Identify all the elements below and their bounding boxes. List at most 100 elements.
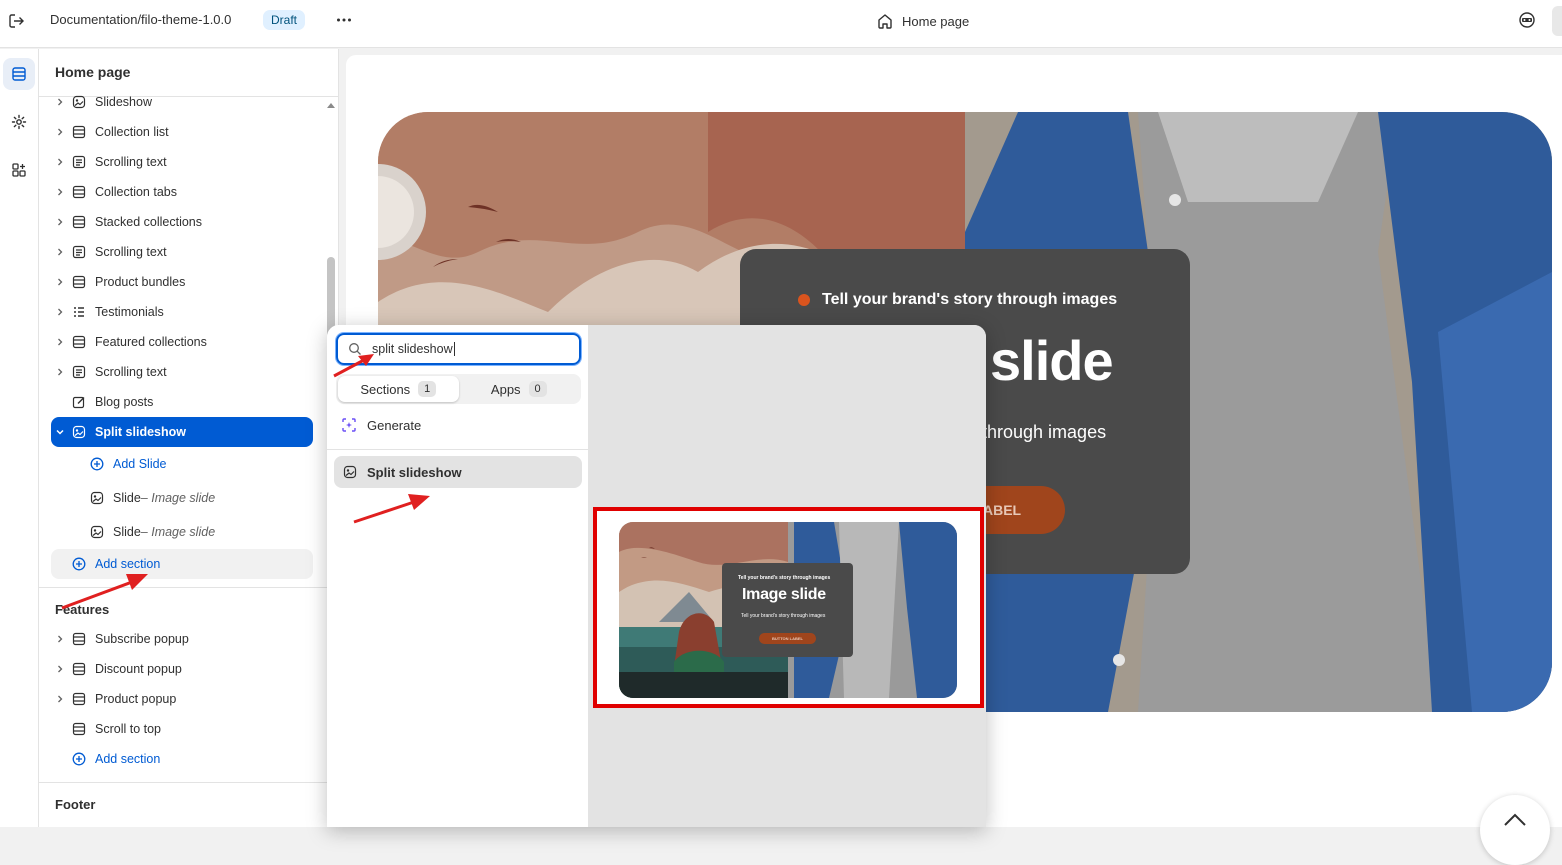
popover-list-pane: split slideshow Sections 1 Apps 0 Genera… [327, 325, 588, 827]
sidebar-item-subscribe-popup[interactable]: Subscribe popup [51, 624, 313, 654]
sidebar-item-label: Featured collections [95, 335, 207, 349]
slideshow-icon [71, 424, 87, 440]
edge-toggle-button[interactable] [1552, 6, 1562, 36]
sparkle-icon [341, 417, 357, 433]
sidebar-item-product-bundles[interactable]: Product bundles [51, 267, 313, 297]
chevron-right-icon[interactable] [51, 630, 69, 648]
text-icon [71, 364, 87, 380]
slideshow-icon [343, 465, 357, 479]
image-slide-icon [89, 524, 105, 540]
page-selector[interactable]: Home page [876, 9, 969, 33]
chevron-right-icon[interactable] [51, 303, 69, 321]
add-slide-button[interactable]: Add Slide [87, 449, 313, 479]
sidebar-item-label: Scrolling text [95, 365, 167, 379]
chevron-down-icon[interactable] [51, 423, 69, 441]
theme-name: Documentation/filo-theme-1.0.0 [50, 12, 232, 27]
sidebar-item-label: Product popup [95, 692, 177, 706]
popover-divider [327, 449, 588, 450]
section-icon [71, 691, 87, 707]
chevron-right-icon[interactable] [51, 660, 69, 678]
image-slide-icon [89, 490, 105, 506]
chevron-right-icon[interactable] [51, 153, 69, 171]
sidebar-item-testimonials[interactable]: Testimonials [51, 297, 313, 327]
chevron-right-icon[interactable] [51, 243, 69, 261]
apps-rail-button[interactable] [3, 154, 35, 186]
exit-icon[interactable] [6, 11, 26, 31]
chevron-right-icon[interactable] [51, 273, 69, 291]
sidebar-divider [39, 782, 338, 783]
sidebar-item-slideshow[interactable]: Slideshow [51, 87, 313, 117]
sidebar-item-collection-tabs[interactable]: Collection tabs [51, 177, 313, 207]
sidebar-item-label: Scrolling text [95, 245, 167, 259]
sidebar-item-label: Product bundles [95, 275, 186, 289]
sidebar-title: Home page [55, 64, 131, 80]
add-section-label: Add section [95, 752, 161, 766]
hero-title: slide [990, 329, 1114, 392]
text-icon [71, 244, 87, 260]
more-actions-icon[interactable] [334, 10, 354, 30]
sidebar-item-featured-collections[interactable]: Featured collections [51, 327, 313, 357]
section-icon [71, 124, 87, 140]
sidebar-item-label: Collection tabs [95, 185, 177, 199]
sections-rail-button[interactable] [3, 58, 35, 90]
sidebar-item-label: Split slideshow [95, 425, 186, 439]
slide-detail: – Image slide [140, 525, 216, 539]
text-caret [453, 342, 455, 356]
chevron-right-icon[interactable] [51, 333, 69, 351]
slide-item[interactable]: Slide – Image slide [87, 483, 313, 513]
annotation-arrow [333, 354, 374, 378]
sidebar-item-label: Blog posts [95, 395, 154, 409]
chevron-up-icon [1480, 795, 1550, 835]
sidebar-item-scrolling-text[interactable]: Scrolling text [51, 147, 313, 177]
text-icon [71, 154, 87, 170]
chevron-right-icon[interactable] [51, 690, 69, 708]
section-icon [71, 661, 87, 677]
search-input-value: split slideshow [372, 342, 453, 356]
sidebar-item-label: Collection list [95, 125, 169, 139]
hero-dot [798, 294, 810, 306]
chevron-right-icon[interactable] [51, 183, 69, 201]
plus-circle-icon [89, 456, 105, 472]
footer-group-title: Footer [55, 797, 96, 812]
search-result-split-slideshow[interactable]: Split slideshow [334, 456, 582, 488]
hero-eyebrow: Tell your brand's story through images [798, 291, 1117, 309]
top-bar: Documentation/filo-theme-1.0.0 Draft Hom… [0, 0, 1562, 48]
chevron-right-icon[interactable] [51, 363, 69, 381]
settings-rail-button[interactable] [3, 106, 35, 138]
section-icon [71, 334, 87, 350]
sidebar-item-blog-posts[interactable]: Blog posts [51, 387, 313, 417]
generate-button[interactable]: Generate [341, 417, 421, 433]
sidebar-item-product-popup[interactable]: Product popup [51, 684, 313, 714]
blog-icon [71, 394, 87, 410]
chevron-right-icon[interactable] [51, 213, 69, 231]
sections-sidebar: Home page Slideshow Collection list Scro… [39, 49, 339, 827]
sections-icon [11, 66, 27, 82]
page-selector-label: Home page [902, 13, 970, 29]
sidebar-item-scrolling-text[interactable]: Scrolling text [51, 237, 313, 267]
left-rail [0, 49, 39, 827]
sidebar-item-scrolling-text[interactable]: Scrolling text [51, 357, 313, 387]
gear-icon [11, 114, 27, 130]
scroll-up-arrow-icon[interactable] [325, 99, 337, 111]
features-add-section-button[interactable]: Add section [51, 744, 313, 774]
section-icon [71, 631, 87, 647]
thumbnail-button: BUTTON LABEL [759, 633, 816, 644]
chevron-right-icon[interactable] [51, 93, 69, 111]
sidebar-item-scroll-to-top[interactable]: Scroll to top [51, 714, 313, 744]
tab-apps[interactable]: Apps 0 [459, 376, 580, 402]
sidebar-item-collection-list[interactable]: Collection list [51, 117, 313, 147]
tab-count: 1 [418, 381, 437, 397]
sidebar-item-stacked-collections[interactable]: Stacked collections [51, 207, 313, 237]
inspector-icon[interactable] [1517, 10, 1537, 30]
sidebar-item-discount-popup[interactable]: Discount popup [51, 654, 313, 684]
scroll-to-top-button[interactable] [1480, 795, 1550, 865]
section-icon [71, 214, 87, 230]
sidebar-item-label: Scroll to top [95, 722, 162, 736]
chevron-right-icon[interactable] [51, 123, 69, 141]
home-icon [876, 12, 894, 30]
slide-item[interactable]: Slide – Image slide [87, 517, 313, 547]
section-icon [71, 274, 87, 290]
section-icon [71, 184, 87, 200]
hero-eyebrow-text: Tell your brand's story through images [822, 291, 1118, 308]
sidebar-item-split-slideshow[interactable]: Split slideshow [51, 417, 313, 447]
